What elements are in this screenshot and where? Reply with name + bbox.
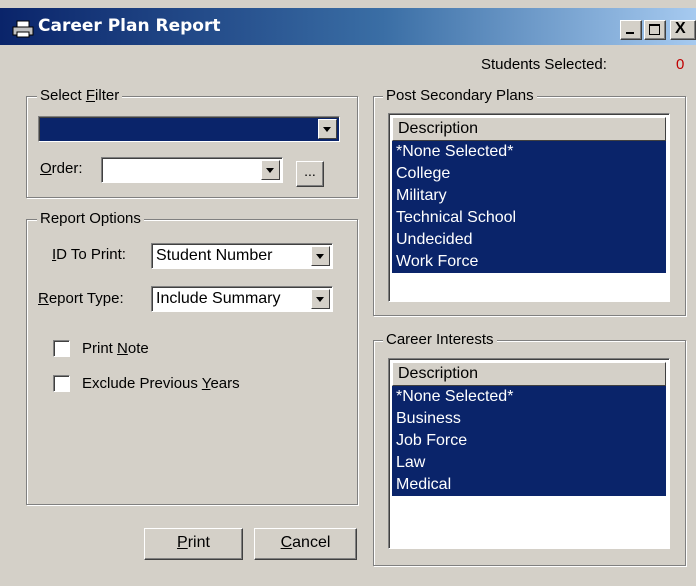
filter-dropdown[interactable]	[38, 116, 340, 142]
list-item[interactable]: Job Force	[392, 430, 666, 452]
list-item[interactable]: *None Selected*	[392, 386, 666, 408]
order-dropdown[interactable]	[101, 157, 283, 183]
list-item[interactable]: Technical School	[392, 207, 666, 229]
students-selected-label: Students Selected:	[481, 56, 607, 73]
print-button[interactable]: Print	[144, 528, 243, 560]
exclude-previous-years-label: Exclude Previous Years	[82, 375, 240, 392]
post-secondary-items: *None Selected* College Military Technic…	[392, 141, 666, 273]
list-item[interactable]: Undecided	[392, 229, 666, 251]
list-item[interactable]: Business	[392, 408, 666, 430]
exclude-previous-years-checkbox[interactable]	[53, 375, 70, 392]
list-item[interactable]: Medical	[392, 474, 666, 496]
title-bar[interactable]: Career Plan Report X	[0, 8, 696, 45]
post-secondary-label: Post Secondary Plans	[383, 87, 537, 104]
career-interests-items: *None Selected* Business Job Force Law M…	[392, 386, 666, 496]
order-ellipsis-button[interactable]: ...	[296, 161, 324, 187]
id-to-print-value: Student Number	[156, 247, 273, 264]
order-label: Order:	[40, 160, 83, 177]
post-secondary-header[interactable]: Description	[392, 117, 666, 141]
print-note-checkbox[interactable]	[53, 340, 70, 357]
window-title: Career Plan Report	[38, 16, 221, 36]
maximize-button[interactable]	[644, 20, 666, 40]
minimize-icon	[626, 32, 634, 34]
close-icon: X	[675, 20, 686, 37]
cancel-button[interactable]: Cancel	[254, 528, 357, 560]
students-selected-count: 0	[676, 56, 685, 73]
report-type-value: Include Summary	[156, 290, 281, 307]
select-filter-label: Select Filter	[37, 87, 123, 104]
id-to-print-dropdown[interactable]: Student Number	[151, 243, 333, 269]
print-note-label: Print Note	[82, 340, 149, 357]
chevron-down-icon[interactable]	[311, 289, 330, 309]
minimize-button[interactable]	[620, 20, 642, 40]
list-item[interactable]: Work Force	[392, 251, 666, 273]
list-item[interactable]: College	[392, 163, 666, 185]
list-item[interactable]: *None Selected*	[392, 141, 666, 163]
close-button[interactable]: X	[670, 20, 696, 40]
list-item[interactable]: Law	[392, 452, 666, 474]
maximize-icon	[649, 24, 660, 35]
report-type-label: Report Type:	[38, 290, 124, 307]
report-options-label: Report Options	[37, 210, 144, 227]
chevron-down-icon[interactable]	[318, 119, 337, 139]
report-type-dropdown[interactable]: Include Summary	[151, 286, 333, 312]
career-interests-label: Career Interests	[383, 331, 497, 348]
printer-icon	[12, 20, 34, 38]
list-item[interactable]: Military	[392, 185, 666, 207]
chevron-down-icon[interactable]	[261, 160, 280, 180]
career-interests-header[interactable]: Description	[392, 362, 666, 386]
id-to-print-label: ID To Print:	[52, 246, 126, 263]
post-secondary-list[interactable]: Description *None Selected* College Mili…	[388, 113, 670, 302]
chevron-down-icon[interactable]	[311, 246, 330, 266]
career-interests-list[interactable]: Description *None Selected* Business Job…	[388, 358, 670, 549]
